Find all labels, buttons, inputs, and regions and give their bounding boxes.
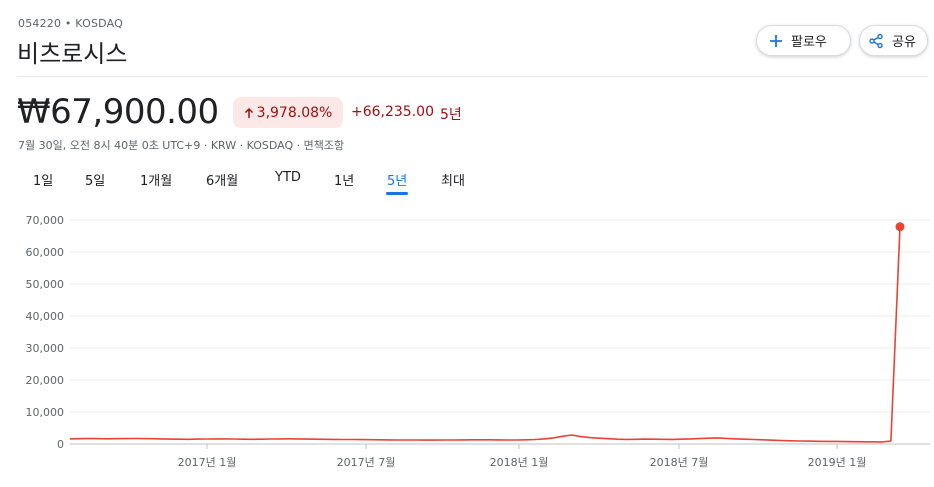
price-chart[interactable]: 70,000 60,000 50,000 40,000 30,000 20,000 10,0… [0, 205, 934, 487]
price-series-line [69, 226, 901, 443]
y-tick-label: 0 [57, 438, 64, 451]
change-period: 5년 [440, 107, 462, 123]
ticker-label: 054220 • KOSDAQ [18, 17, 123, 30]
arrow-up-icon [244, 107, 253, 118]
tab-max[interactable]: 최대 [441, 170, 465, 189]
y-tick-label: 40,000 [26, 310, 65, 323]
y-tick-label: 30,000 [26, 342, 65, 355]
y-tick-label: 10,000 [26, 406, 65, 419]
x-tick-label: 2018년 1월 [490, 456, 549, 469]
company-title: 비츠로시스 [17, 40, 128, 68]
tab-5y[interactable]: 5년 [385, 170, 409, 195]
tab-1d[interactable]: 1일 [33, 170, 53, 189]
share-icon [869, 33, 883, 48]
share-label: 공유 [892, 35, 916, 50]
x-tick-label: 2017년 7월 [337, 456, 396, 469]
x-tick-label: 2017년 1월 [178, 456, 237, 469]
change-percent: 3,978.08% [256, 104, 333, 121]
tab-ytd[interactable]: YTD [275, 170, 301, 185]
tab-5d[interactable]: 5일 [85, 170, 105, 189]
plus-icon [770, 34, 782, 47]
y-tick-label: 50,000 [26, 278, 65, 291]
follow-label: 팔로우 [791, 35, 827, 50]
tab-1y[interactable]: 1년 [334, 170, 354, 189]
change-absolute: +66,235.00 [351, 104, 434, 120]
tab-1m[interactable]: 1개월 [140, 170, 172, 189]
x-tick-label: 2019년 1월 [808, 456, 867, 469]
share-button[interactable]: 공유 [859, 25, 928, 56]
disclaimer-link[interactable]: 면책조항 [304, 139, 344, 152]
last-price-point [895, 222, 905, 232]
y-tick-label: 70,000 [26, 214, 65, 227]
tab-6m[interactable]: 6개월 [206, 170, 238, 189]
quote-timestamp: 7월 30일, 오전 8시 40분 0초 UTC+9 · KRW · KOSDA… [18, 139, 304, 152]
change-percent-badge: 3,978.08% [233, 97, 343, 128]
x-tick-label: 2018년 7월 [650, 456, 709, 469]
y-tick-label: 20,000 [26, 374, 65, 387]
y-tick-label: 60,000 [26, 246, 65, 259]
header-divider [17, 76, 928, 77]
follow-button[interactable]: 팔로우 [756, 25, 851, 56]
current-price: ₩67,900.00 [17, 92, 219, 132]
quote-meta: 7월 30일, 오전 8시 40분 0초 UTC+9 · KRW · KOSDA… [18, 137, 344, 153]
